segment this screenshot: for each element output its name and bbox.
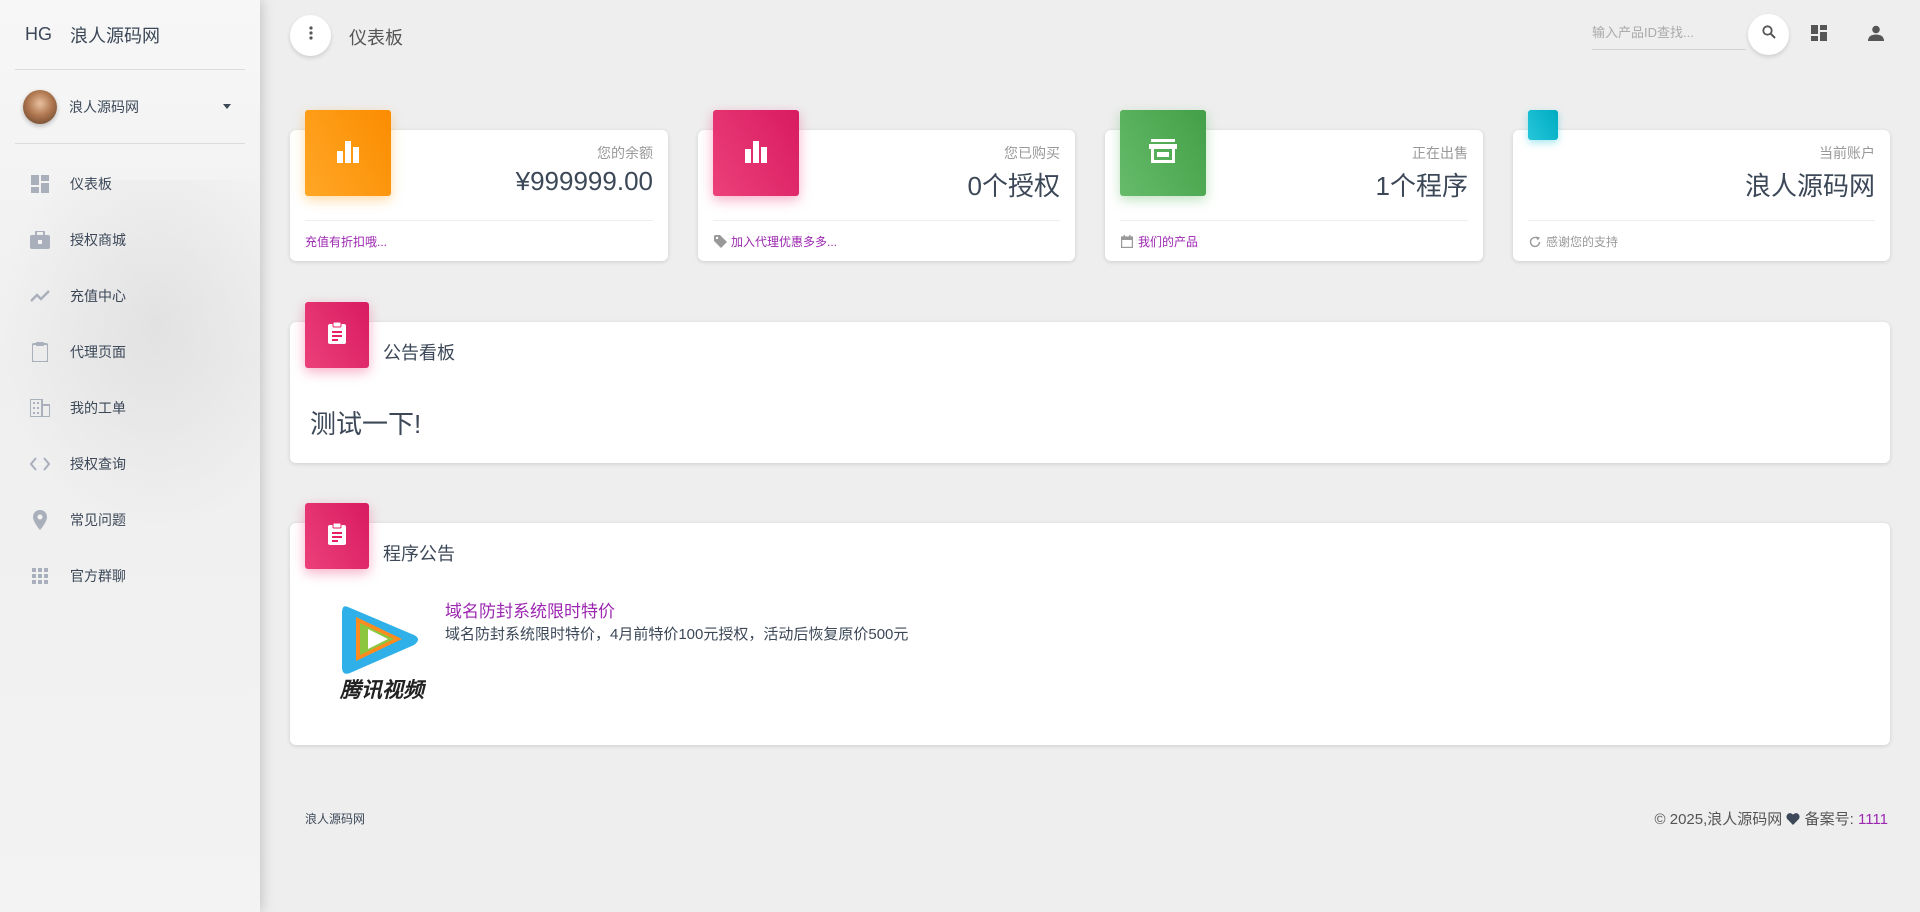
brand-mini: HG (25, 24, 52, 44)
tag-icon (713, 235, 727, 249)
sidebar-item-label: 充值中心 (70, 288, 126, 304)
sidebar-item-label: 常见问题 (70, 512, 126, 528)
account-icon (1528, 110, 1558, 140)
stat-card-header (1120, 110, 1206, 196)
stat-category: 您已购买 (1004, 145, 1060, 161)
apps-grid-icon (30, 566, 50, 586)
stat-category: 您的余额 (597, 145, 653, 161)
heart-icon (1786, 812, 1800, 829)
stat-card-balance: 您的余额 ¥999999.00 充值有折扣哦... (290, 110, 668, 261)
record-label: 备案号: (1804, 811, 1854, 828)
tencent-video-logo[interactable]: 腾讯视频 (338, 601, 428, 702)
search-field (1592, 18, 1746, 50)
card-header-icon (305, 503, 369, 569)
stat-footer-link[interactable]: 加入代理优惠多多... (731, 233, 837, 250)
dashboard-icon (1811, 24, 1827, 46)
sidebar-item-agent[interactable]: 代理页面 (0, 324, 260, 380)
stat-footer-link[interactable]: 充值有折扣哦... (305, 233, 387, 250)
clipboard-icon (30, 342, 50, 362)
avatar (23, 89, 57, 124)
profile-button[interactable] (1865, 24, 1887, 46)
store-icon (1149, 138, 1177, 168)
more-vert-icon (308, 26, 313, 45)
calendar-icon (1120, 235, 1134, 249)
briefcase-icon (30, 230, 50, 250)
search-input[interactable] (1592, 18, 1746, 46)
stat-category: 当前账户 (1819, 145, 1875, 161)
building-icon (30, 398, 50, 418)
program-item-description: 域名防封系统限时特价，4月前特价100元授权，活动后恢复原价500元 (445, 626, 909, 643)
stat-card-header (305, 110, 391, 196)
search-icon (1761, 25, 1776, 44)
stat-value: 0个授权 (967, 171, 1060, 201)
sidebar-nav: 仪表板 授权商城 充值中心 代理页面 我的工单 授权查询 常见问题 官方群聊 (0, 156, 260, 604)
sidebar-item-faq[interactable]: 常见问题 (0, 492, 260, 548)
stat-footer-link[interactable]: 我们的产品 (1138, 233, 1198, 250)
caret-down-icon (223, 104, 231, 109)
user-name: 浪人源码网 (69, 98, 139, 115)
dashboard-icon (30, 174, 50, 194)
clipboard-icon (328, 522, 346, 550)
sidebar-item-label: 授权查询 (70, 456, 126, 472)
announcement-body: 测试一下! (310, 409, 422, 439)
refresh-icon (1528, 235, 1542, 249)
sidebar-item-tickets[interactable]: 我的工单 (0, 380, 260, 436)
sidebar-item-label: 官方群聊 (70, 568, 126, 584)
location-pin-icon (30, 510, 50, 530)
stat-footer-text: 感谢您的支持 (1546, 235, 1619, 249)
sidebar-item-label: 授权商城 (70, 232, 126, 248)
stat-card-account: 当前账户 浪人源码网 感谢您的支持 (1513, 110, 1890, 261)
copyright-text: © 2025,浪人源码网 (1654, 811, 1783, 828)
topbar: 仪表板 (260, 0, 1920, 70)
footer-copyright: © 2025,浪人源码网 备案号: 1111 (1655, 808, 1888, 829)
program-card: 程序公告 腾讯视频 域名防封系统限时特价 域名防封系统限时特价，4月前特价100… (290, 503, 1890, 745)
page-title: 仪表板 (349, 28, 403, 48)
sidebar-item-query[interactable]: 授权查询 (0, 436, 260, 492)
sidebar-item-label: 我的工单 (70, 400, 126, 416)
search-button[interactable] (1748, 14, 1789, 55)
brand[interactable]: HG 浪人源码网 (15, 0, 245, 70)
dashboard-view-button[interactable] (1808, 24, 1830, 46)
user-menu[interactable]: 浪人源码网 (15, 70, 245, 144)
brand-name: 浪人源码网 (70, 25, 160, 46)
stat-card-header (713, 110, 799, 196)
stat-footer: 充值有折扣哦... (305, 220, 653, 250)
sidebar-item-shop[interactable]: 授权商城 (0, 212, 260, 268)
bar-chart-icon (743, 139, 769, 168)
announcement-card: 公告看板 测试一下! (290, 302, 1890, 463)
bar-chart-icon (335, 139, 361, 168)
code-icon (30, 454, 50, 474)
stat-footer: 感谢您的支持 (1528, 220, 1875, 250)
program-item-title[interactable]: 域名防封系统限时特价 (445, 597, 615, 622)
footer-brand-link[interactable]: 浪人源码网 (305, 810, 365, 827)
trending-icon (30, 286, 50, 306)
sidebar-item-label: 代理页面 (70, 344, 126, 360)
card-header-icon (305, 302, 369, 368)
stat-value: ¥999999.00 (515, 166, 653, 196)
stat-value: 1个程序 (1375, 171, 1468, 201)
stat-value: 浪人源码网 (1744, 171, 1875, 201)
person-icon (1868, 25, 1884, 46)
stat-card-purchased: 您已购买 0个授权 加入代理优惠多多... (698, 110, 1075, 261)
sidebar-item-label: 仪表板 (70, 176, 112, 192)
record-number[interactable]: 1111 (1858, 811, 1888, 828)
stat-card-selling: 正在出售 1个程序 我们的产品 (1105, 110, 1483, 261)
sidebar-toggle-button[interactable] (290, 15, 331, 56)
card-title: 公告看板 (383, 343, 455, 363)
clipboard-icon (328, 321, 346, 349)
sidebar-item-dashboard[interactable]: 仪表板 (0, 156, 260, 212)
stat-footer: 加入代理优惠多多... (713, 220, 1060, 250)
logo-text: 腾讯视频 (339, 678, 426, 701)
stat-footer: 我们的产品 (1120, 220, 1468, 250)
sidebar: HG 浪人源码网 浪人源码网 仪表板 授权商城 充值中心 代理页面 我的工单 授… (0, 0, 260, 912)
card-title: 程序公告 (383, 544, 455, 564)
sidebar-item-group[interactable]: 官方群聊 (0, 548, 260, 604)
stat-category: 正在出售 (1412, 145, 1468, 161)
sidebar-item-recharge[interactable]: 充值中心 (0, 268, 260, 324)
